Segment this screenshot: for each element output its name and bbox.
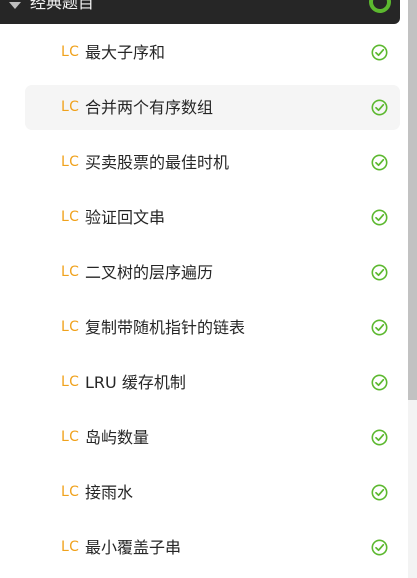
problem-title: 复制带随机指针的链表 — [85, 318, 246, 337]
problem-item[interactable]: LC 最小覆盖子串 — [25, 525, 400, 570]
problem-list-panel: 经典题目 LC 最大子序和 LC 合并两个有序数组 LC 买卖股票的最佳时机 L… — [0, 0, 417, 578]
check-circle-icon — [371, 319, 388, 336]
problem-title: 岛屿数量 — [85, 428, 150, 447]
problem-list: LC 最大子序和 LC 合并两个有序数组 LC 买卖股票的最佳时机 LC 验证回… — [25, 30, 400, 578]
problem-item[interactable]: LC 买卖股票的最佳时机 — [25, 140, 400, 185]
lc-badge: LC — [61, 319, 80, 335]
vertical-scrollbar[interactable] — [408, 0, 417, 578]
problem-item[interactable]: LC 接雨水 — [25, 470, 400, 515]
section-header[interactable]: 经典题目 — [0, 0, 400, 24]
problem-title: 二叉树的层序遍历 — [85, 263, 214, 282]
lc-badge: LC — [61, 99, 80, 115]
section-title: 经典题目 — [30, 0, 95, 12]
check-circle-icon — [371, 539, 388, 556]
lc-badge: LC — [61, 209, 80, 225]
problem-title: 接雨水 — [85, 483, 134, 502]
problem-title: 验证回文串 — [85, 208, 166, 227]
progress-ring-icon — [369, 0, 391, 13]
problem-item[interactable]: LC 最大子序和 — [25, 30, 400, 75]
check-circle-icon — [371, 374, 388, 391]
problem-title: 买卖股票的最佳时机 — [85, 153, 230, 172]
lc-badge: LC — [61, 374, 80, 390]
check-circle-icon — [371, 154, 388, 171]
check-circle-icon — [371, 99, 388, 116]
lc-badge: LC — [61, 154, 80, 170]
problem-item[interactable]: LC 复制带随机指针的链表 — [25, 305, 400, 350]
check-circle-icon — [371, 429, 388, 446]
check-circle-icon — [371, 484, 388, 501]
caret-down-icon[interactable] — [9, 2, 21, 9]
problem-title: 合并两个有序数组 — [85, 98, 214, 117]
problem-item[interactable]: LC LRU 缓存机制 — [25, 360, 400, 405]
problem-item[interactable]: LC 岛屿数量 — [25, 415, 400, 460]
lc-badge: LC — [61, 44, 80, 60]
check-circle-icon — [371, 209, 388, 226]
scrollbar-thumb[interactable] — [408, 0, 417, 400]
problem-item[interactable]: LC 验证回文串 — [25, 195, 400, 240]
problem-item-active[interactable]: LC 合并两个有序数组 — [25, 85, 400, 130]
lc-badge: LC — [61, 539, 80, 555]
problem-title: 最大子序和 — [85, 43, 166, 62]
problem-item[interactable]: LC 二叉树的层序遍历 — [25, 250, 400, 295]
problem-title: 最小覆盖子串 — [85, 538, 182, 557]
lc-badge: LC — [61, 264, 80, 280]
lc-badge: LC — [61, 484, 80, 500]
lc-badge: LC — [61, 429, 80, 445]
check-circle-icon — [371, 44, 388, 61]
problem-title: LRU 缓存机制 — [85, 373, 186, 392]
check-circle-icon — [371, 264, 388, 281]
